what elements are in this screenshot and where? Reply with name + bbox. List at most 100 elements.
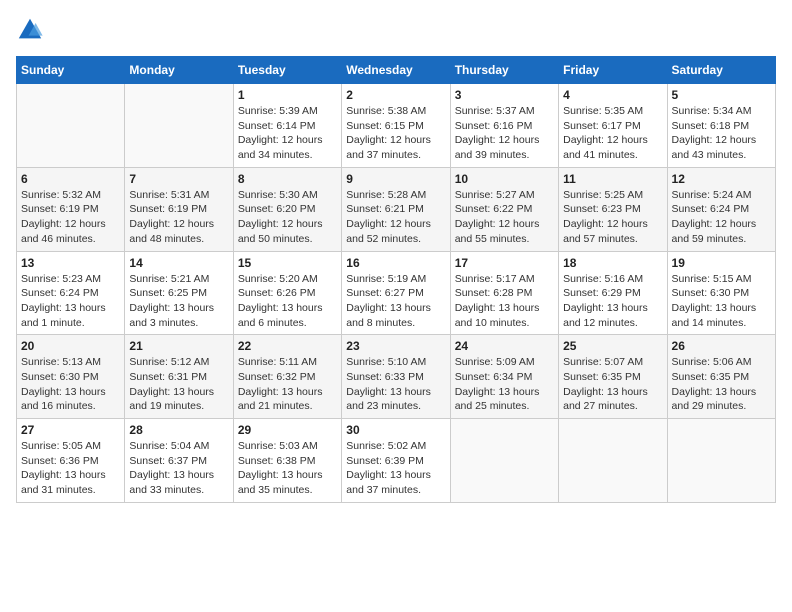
calendar-cell: 24Sunrise: 5:09 AMSunset: 6:34 PMDayligh… (450, 335, 558, 419)
day-number: 29 (238, 423, 337, 437)
calendar-cell: 17Sunrise: 5:17 AMSunset: 6:28 PMDayligh… (450, 251, 558, 335)
day-info: Sunrise: 5:02 AMSunset: 6:39 PMDaylight:… (346, 439, 445, 498)
day-info: Sunrise: 5:17 AMSunset: 6:28 PMDaylight:… (455, 272, 554, 331)
day-info: Sunrise: 5:30 AMSunset: 6:20 PMDaylight:… (238, 188, 337, 247)
day-info: Sunrise: 5:09 AMSunset: 6:34 PMDaylight:… (455, 355, 554, 414)
calendar-cell: 15 Sunrise: 5:20 AMSunset: 6:26 PMDayligh… (233, 251, 341, 335)
weekday-header: Wednesday (342, 57, 450, 84)
weekday-header: Sunday (17, 57, 125, 84)
day-number: 11 (563, 172, 662, 186)
calendar-cell: 18Sunrise: 5:16 AMSunset: 6:29 PMDayligh… (559, 251, 667, 335)
calendar-cell: 21 Sunrise: 5:12 AMSunset: 6:31 PMDayligh… (125, 335, 233, 419)
calendar-cell: 29 Sunrise: 5:03 AMSunset: 6:38 PMDayligh… (233, 419, 341, 503)
day-info: Sunrise: 5:19 AMSunset: 6:27 PMDaylight:… (346, 272, 445, 331)
calendar-cell (559, 419, 667, 503)
day-number: 8 (238, 172, 337, 186)
day-number: 3 (455, 88, 554, 102)
day-info: Sunrise: 5:27 AMSunset: 6:22 PMDaylight:… (455, 188, 554, 247)
day-info: Sunrise: 5:34 AMSunset: 6:18 PMDaylight:… (672, 104, 771, 163)
day-number: 4 (563, 88, 662, 102)
day-number: 20 (21, 339, 120, 353)
calendar-cell: 7Sunrise: 5:31 AMSunset: 6:19 PMDaylight… (125, 167, 233, 251)
calendar-cell: 8 Sunrise: 5:30 AMSunset: 6:20 PMDaylight… (233, 167, 341, 251)
calendar-cell: 30Sunrise: 5:02 AMSunset: 6:39 PMDayligh… (342, 419, 450, 503)
day-number: 10 (455, 172, 554, 186)
day-info: Sunrise: 5:25 AMSunset: 6:23 PMDaylight:… (563, 188, 662, 247)
weekday-header: Tuesday (233, 57, 341, 84)
day-info: Sunrise: 5:07 AMSunset: 6:35 PMDaylight:… (563, 355, 662, 414)
logo-icon (16, 16, 44, 44)
calendar-week-row: 6 Sunrise: 5:32 AMSunset: 6:19 PMDaylight… (17, 167, 776, 251)
calendar-cell: 2 Sunrise: 5:38 AMSunset: 6:15 PMDaylight… (342, 84, 450, 168)
day-number: 1 (238, 88, 337, 102)
calendar-cell: 23 Sunrise: 5:10 AMSunset: 6:33 PMDayligh… (342, 335, 450, 419)
day-number: 26 (672, 339, 771, 353)
day-number: 14 (129, 256, 228, 270)
calendar-cell: 10 Sunrise: 5:27 AMSunset: 6:22 PMDayligh… (450, 167, 558, 251)
weekday-header: Saturday (667, 57, 775, 84)
calendar-cell: 3 Sunrise: 5:37 AMSunset: 6:16 PMDaylight… (450, 84, 558, 168)
calendar-cell: 25 Sunrise: 5:07 AMSunset: 6:35 PMDayligh… (559, 335, 667, 419)
calendar-cell (667, 419, 775, 503)
calendar-cell: 19 Sunrise: 5:15 AMSunset: 6:30 PMDayligh… (667, 251, 775, 335)
day-number: 6 (21, 172, 120, 186)
calendar-cell: 4 Sunrise: 5:35 AMSunset: 6:17 PMDaylight… (559, 84, 667, 168)
day-number: 23 (346, 339, 445, 353)
calendar-cell: 14 Sunrise: 5:21 AMSunset: 6:25 PMDayligh… (125, 251, 233, 335)
day-info: Sunrise: 5:21 AMSunset: 6:25 PMDaylight:… (129, 272, 228, 331)
calendar-cell: 13Sunrise: 5:23 AMSunset: 6:24 PMDayligh… (17, 251, 125, 335)
calendar-cell: 6 Sunrise: 5:32 AMSunset: 6:19 PMDaylight… (17, 167, 125, 251)
weekday-header: Monday (125, 57, 233, 84)
day-info: Sunrise: 5:39 AMSunset: 6:14 PMDaylight:… (238, 104, 337, 163)
day-info: Sunrise: 5:10 AMSunset: 6:33 PMDaylight:… (346, 355, 445, 414)
day-info: Sunrise: 5:12 AMSunset: 6:31 PMDaylight:… (129, 355, 228, 414)
calendar-cell: 20 Sunrise: 5:13 AMSunset: 6:30 PMDayligh… (17, 335, 125, 419)
calendar-week-row: 27 Sunrise: 5:05 AMSunset: 6:36 PMDayligh… (17, 419, 776, 503)
day-info: Sunrise: 5:13 AMSunset: 6:30 PMDaylight:… (21, 355, 120, 414)
day-info: Sunrise: 5:38 AMSunset: 6:15 PMDaylight:… (346, 104, 445, 163)
day-info: Sunrise: 5:03 AMSunset: 6:38 PMDaylight:… (238, 439, 337, 498)
calendar-week-row: 13Sunrise: 5:23 AMSunset: 6:24 PMDayligh… (17, 251, 776, 335)
calendar-cell: 27 Sunrise: 5:05 AMSunset: 6:36 PMDayligh… (17, 419, 125, 503)
day-number: 18 (563, 256, 662, 270)
day-info: Sunrise: 5:35 AMSunset: 6:17 PMDaylight:… (563, 104, 662, 163)
day-info: Sunrise: 5:31 AMSunset: 6:19 PMDaylight:… (129, 188, 228, 247)
calendar-header-row: SundayMondayTuesdayWednesdayThursdayFrid… (17, 57, 776, 84)
day-number: 16 (346, 256, 445, 270)
day-info: Sunrise: 5:32 AMSunset: 6:19 PMDaylight:… (21, 188, 120, 247)
day-number: 9 (346, 172, 445, 186)
day-info: Sunrise: 5:37 AMSunset: 6:16 PMDaylight:… (455, 104, 554, 163)
day-info: Sunrise: 5:20 AMSunset: 6:26 PMDaylight:… (238, 272, 337, 331)
calendar-cell: 1 Sunrise: 5:39 AMSunset: 6:14 PMDaylight… (233, 84, 341, 168)
day-number: 2 (346, 88, 445, 102)
day-info: Sunrise: 5:15 AMSunset: 6:30 PMDaylight:… (672, 272, 771, 331)
day-number: 15 (238, 256, 337, 270)
logo (16, 16, 48, 44)
day-number: 22 (238, 339, 337, 353)
page-header (16, 16, 776, 44)
day-number: 19 (672, 256, 771, 270)
calendar-cell: 16 Sunrise: 5:19 AMSunset: 6:27 PMDayligh… (342, 251, 450, 335)
weekday-header: Friday (559, 57, 667, 84)
calendar-cell (450, 419, 558, 503)
calendar-cell: 22 Sunrise: 5:11 AMSunset: 6:32 PMDayligh… (233, 335, 341, 419)
calendar-cell: 11 Sunrise: 5:25 AMSunset: 6:23 PMDayligh… (559, 167, 667, 251)
day-info: Sunrise: 5:11 AMSunset: 6:32 PMDaylight:… (238, 355, 337, 414)
calendar-cell: 26 Sunrise: 5:06 AMSunset: 6:35 PMDayligh… (667, 335, 775, 419)
day-info: Sunrise: 5:04 AMSunset: 6:37 PMDaylight:… (129, 439, 228, 498)
calendar-cell (17, 84, 125, 168)
day-number: 27 (21, 423, 120, 437)
calendar-cell: 12Sunrise: 5:24 AMSunset: 6:24 PMDayligh… (667, 167, 775, 251)
day-info: Sunrise: 5:28 AMSunset: 6:21 PMDaylight:… (346, 188, 445, 247)
calendar-cell: 28 Sunrise: 5:04 AMSunset: 6:37 PMDayligh… (125, 419, 233, 503)
day-number: 25 (563, 339, 662, 353)
day-info: Sunrise: 5:05 AMSunset: 6:36 PMDaylight:… (21, 439, 120, 498)
calendar: SundayMondayTuesdayWednesdayThursdayFrid… (16, 56, 776, 503)
day-number: 5 (672, 88, 771, 102)
day-number: 21 (129, 339, 228, 353)
calendar-week-row: 20 Sunrise: 5:13 AMSunset: 6:30 PMDayligh… (17, 335, 776, 419)
day-info: Sunrise: 5:06 AMSunset: 6:35 PMDaylight:… (672, 355, 771, 414)
day-number: 28 (129, 423, 228, 437)
day-info: Sunrise: 5:24 AMSunset: 6:24 PMDaylight:… (672, 188, 771, 247)
weekday-header: Thursday (450, 57, 558, 84)
